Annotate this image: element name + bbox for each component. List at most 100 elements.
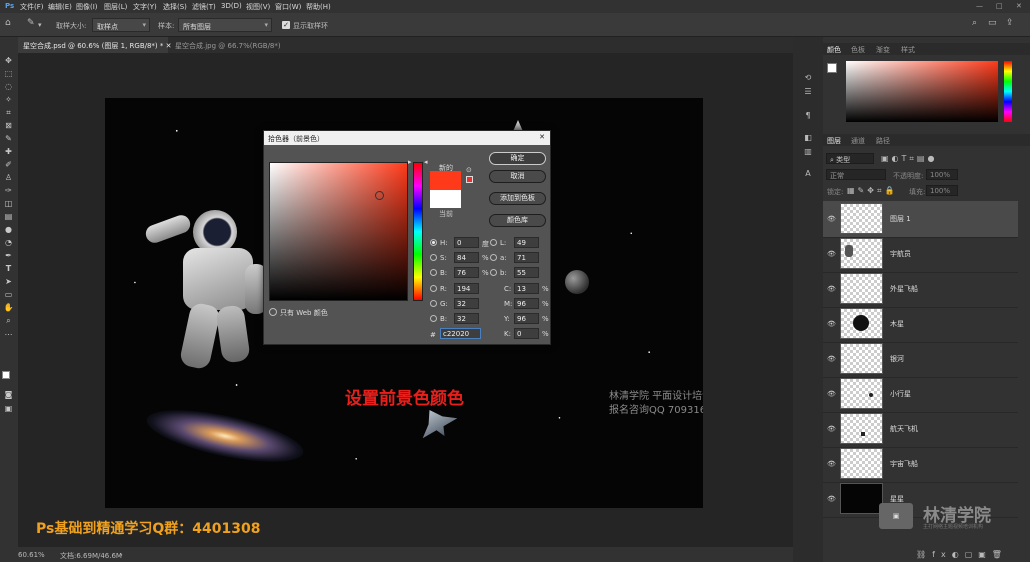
tab-doc-jpg[interactable]: 星空合成.jpg @ 66.7%(RGB/8*) <box>170 37 298 53</box>
opacity-input[interactable]: 100% <box>926 169 958 180</box>
web-only-checkbox[interactable] <box>269 308 277 316</box>
radio-lab-b[interactable] <box>490 269 497 276</box>
more-tools-icon[interactable]: ⋯ <box>2 329 15 340</box>
eyedropper-icon[interactable]: ✎ <box>2 133 15 144</box>
radio-a[interactable] <box>490 254 497 261</box>
stamp-tool-icon[interactable]: ♙ <box>2 172 15 183</box>
gradient-tool-icon[interactable]: ▤ <box>2 211 15 222</box>
libraries-icon[interactable]: ▥ <box>802 147 814 157</box>
radio-r[interactable] <box>430 285 437 292</box>
history-brush-icon[interactable]: ✑ <box>2 185 15 196</box>
eye-icon[interactable]: 👁 <box>827 355 836 363</box>
radio-h[interactable] <box>430 239 437 246</box>
brush-tool-icon[interactable]: ✐ <box>2 159 15 170</box>
m-input[interactable]: 96 <box>514 298 539 309</box>
eye-icon[interactable]: 👁 <box>827 425 836 433</box>
eye-icon[interactable]: 👁 <box>827 390 836 398</box>
eye-icon[interactable]: 👁 <box>827 250 836 258</box>
blue-input[interactable]: 32 <box>454 313 479 324</box>
eye-icon[interactable]: 👁 <box>827 495 836 503</box>
marquee-tool-icon[interactable]: ⬚ <box>2 68 15 79</box>
quick-mask-icon[interactable]: ◙ <box>2 389 15 400</box>
lasso-tool-icon[interactable]: ◌ <box>2 81 15 92</box>
layer-row[interactable]: 👁 小行星 <box>823 376 1018 413</box>
search-icon[interactable]: ⌕ <box>972 18 977 28</box>
fill-input[interactable]: 100% <box>926 185 958 196</box>
layer-row[interactable]: 👁 木星 <box>823 306 1018 343</box>
menu-file[interactable]: 文件(F) <box>20 2 44 12</box>
h-input[interactable]: 0 <box>454 237 479 248</box>
zoom-level[interactable]: 60.61% <box>18 551 45 559</box>
current-color-swatch[interactable] <box>430 190 461 208</box>
crop-tool-icon[interactable]: ⌗ <box>2 107 15 118</box>
out-of-gamut-icon[interactable]: ⊙ <box>466 166 472 174</box>
eraser-tool-icon[interactable]: ◫ <box>2 198 15 209</box>
menu-edit[interactable]: 编辑(E) <box>48 2 72 12</box>
radio-g[interactable] <box>430 300 437 307</box>
character-icon[interactable]: A <box>802 169 814 179</box>
eye-icon[interactable]: 👁 <box>827 460 836 468</box>
menu-select[interactable]: 选择(S) <box>163 2 187 12</box>
layer-row[interactable]: 👁 宇宙飞船 <box>823 446 1018 483</box>
layer-action-icons[interactable]: ⛓fx◐▢▣🗑 <box>916 550 1008 559</box>
share-icon[interactable]: ⇪ <box>1006 18 1014 28</box>
layer-row[interactable]: 👁 银河 <box>823 341 1018 378</box>
properties-icon[interactable]: ☰ <box>802 87 814 97</box>
color-cursor[interactable] <box>375 191 384 200</box>
chevron-down-icon[interactable]: ▾ <box>38 21 42 29</box>
close-icon[interactable]: ✕ <box>539 133 545 141</box>
menu-image[interactable]: 图像(I) <box>76 2 98 12</box>
ps-logo-icon[interactable]: Ps <box>5 2 14 10</box>
l-input[interactable]: 49 <box>514 237 539 248</box>
color-field[interactable] <box>846 61 998 122</box>
move-tool-icon[interactable]: ✥ <box>2 55 15 66</box>
hue-marker-icon[interactable]: ▸ <box>408 158 412 166</box>
hue-slider[interactable] <box>1004 61 1012 122</box>
hue-marker-icon[interactable]: ◂ <box>424 158 428 166</box>
shape-tool-icon[interactable]: ▭ <box>2 289 15 300</box>
radio-s[interactable] <box>430 254 437 261</box>
quick-select-tool-icon[interactable]: ✧ <box>2 94 15 105</box>
eye-icon[interactable]: 👁 <box>827 215 836 223</box>
radio-b[interactable] <box>430 269 437 276</box>
show-ring-checkbox[interactable]: ✓ <box>282 21 290 29</box>
menu-view[interactable]: 视图(V) <box>246 2 270 12</box>
radio-l[interactable] <box>490 239 497 246</box>
s-input[interactable]: 84 <box>454 252 479 263</box>
tab-swatches[interactable]: 色板 <box>851 45 865 55</box>
blur-tool-icon[interactable]: ● <box>2 224 15 235</box>
hand-tool-icon[interactable]: ✋ <box>2 302 15 313</box>
tab-doc-psd[interactable]: 星空合成.psd @ 60.6% (图层 1, RGB/8*) * ✕ <box>18 37 172 53</box>
pen-tool-icon[interactable]: ✒ <box>2 250 15 261</box>
menu-window[interactable]: 窗口(W) <box>275 2 301 12</box>
layer-row[interactable]: 👁 图层 1 <box>823 201 1018 238</box>
c-input[interactable]: 13 <box>514 283 539 294</box>
tab-gradients[interactable]: 渐变 <box>876 45 890 55</box>
menu-3d[interactable]: 3D(D) <box>221 2 242 10</box>
workspace-icon[interactable]: ▭ <box>988 18 997 28</box>
gamut-swatch[interactable] <box>466 176 473 183</box>
minimize-icon[interactable]: — <box>976 2 983 10</box>
lab-b-input[interactable]: 55 <box>514 267 539 278</box>
y-input[interactable]: 96 <box>514 313 539 324</box>
close-icon[interactable]: ✕ <box>1016 2 1022 10</box>
frame-tool-icon[interactable]: ⊠ <box>2 120 15 131</box>
history-icon[interactable]: ⟲ <box>802 73 814 83</box>
cancel-button[interactable]: 取消 <box>489 170 546 183</box>
menu-type[interactable]: 文字(Y) <box>133 2 157 12</box>
k-input[interactable]: 0 <box>514 328 539 339</box>
status-arrow-icon[interactable]: › <box>120 551 123 559</box>
dodge-tool-icon[interactable]: ◔ <box>2 237 15 248</box>
add-to-swatches-button[interactable]: 添加到色板 <box>489 192 546 205</box>
screen-mode-icon[interactable]: ▣ <box>2 403 15 414</box>
menu-layer[interactable]: 图层(L) <box>104 2 127 12</box>
tab-layers[interactable]: 图层 <box>827 136 841 146</box>
eye-icon[interactable]: 👁 <box>827 320 836 328</box>
hue-slider[interactable] <box>413 162 423 301</box>
layer-kind-filter[interactable]: ⌕ 类型 <box>826 153 874 164</box>
path-select-icon[interactable]: ➤ <box>2 276 15 287</box>
layer-filter-icons[interactable]: ▣◐T⌗▤● <box>881 154 937 164</box>
paragraph-icon[interactable]: ¶ <box>802 111 814 121</box>
adjustments-icon[interactable]: ◧ <box>802 133 814 143</box>
menu-filter[interactable]: 滤镜(T) <box>192 2 216 12</box>
